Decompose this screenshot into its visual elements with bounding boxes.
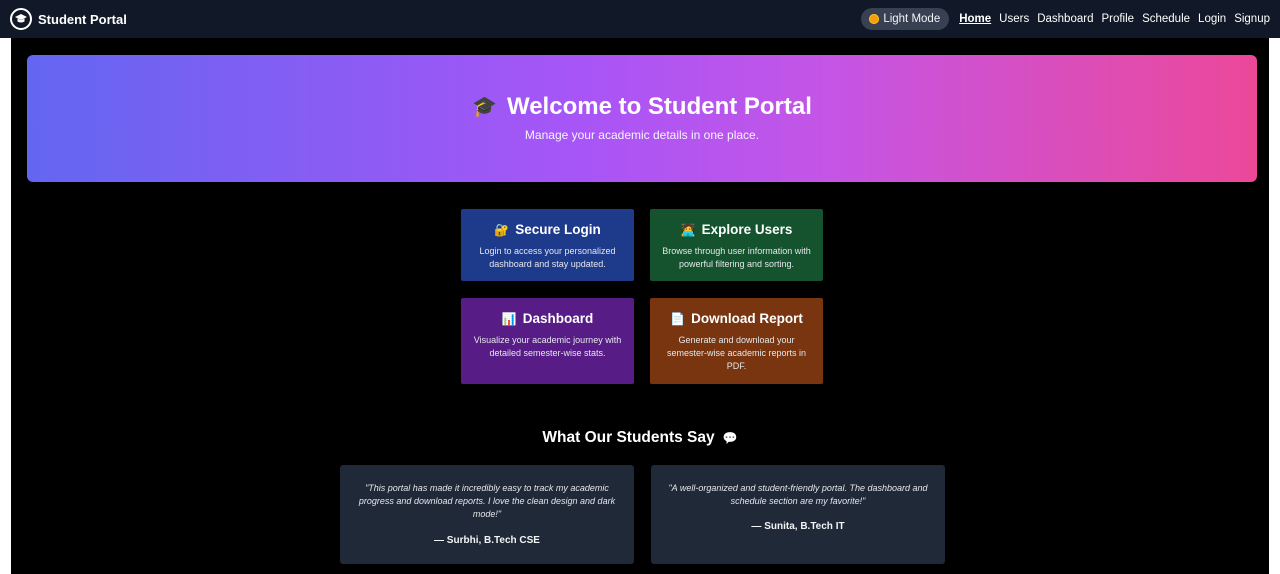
- testimonial-quote: "A well-organized and student-friendly p…: [668, 483, 928, 506]
- main-content: 🎓 Welcome to Student Portal Manage your …: [11, 38, 1269, 574]
- nav-link-dashboard[interactable]: Dashboard: [1037, 13, 1093, 25]
- nav-link-users[interactable]: Users: [999, 13, 1029, 25]
- brand[interactable]: Student Portal: [10, 8, 127, 30]
- hero-banner: 🎓 Welcome to Student Portal Manage your …: [27, 55, 1257, 182]
- nav-link-schedule[interactable]: Schedule: [1142, 13, 1190, 25]
- card-title-row: 🧑‍💻 Explore Users: [660, 222, 813, 237]
- light-mode-toggle[interactable]: Light Mode: [861, 8, 950, 30]
- nav-link-signup[interactable]: Signup: [1234, 13, 1270, 25]
- card-title: Secure Login: [515, 222, 601, 237]
- card-title-row: 📊 Dashboard: [471, 311, 624, 326]
- nav-link-home[interactable]: Home: [959, 13, 991, 25]
- card-description: Login to access your personalized dashbo…: [479, 246, 616, 269]
- testimonial-quote: "This portal has made it incredibly easy…: [358, 483, 616, 519]
- card-title: Download Report: [691, 311, 803, 326]
- person-icon: 🧑‍💻: [680, 222, 696, 237]
- brand-name: Student Portal: [38, 11, 127, 27]
- card-title-row: 🔐 Secure Login: [471, 222, 624, 237]
- card-title-row: 📄 Download Report: [660, 311, 813, 326]
- testimonial-card: "This portal has made it incredibly easy…: [340, 465, 634, 564]
- hero-subtitle: Manage your academic details in one plac…: [524, 128, 760, 142]
- document-icon: 📄: [670, 311, 686, 326]
- testimonials-title: What Our Students Say: [542, 429, 715, 446]
- navbar: Student Portal Light Mode Home Users Das…: [0, 0, 1280, 38]
- testimonial-card: "A well-organized and student-friendly p…: [651, 465, 945, 564]
- hero-title: Welcome to Student Portal: [506, 93, 812, 120]
- sun-icon: [869, 14, 880, 24]
- chart-icon: 📊: [501, 311, 517, 326]
- speech-bubble-icon: 💬: [722, 431, 738, 445]
- card-title: Explore Users: [701, 222, 793, 237]
- feature-card-dashboard[interactable]: 📊 Dashboard Visualize your academic jour…: [461, 298, 634, 384]
- testimonial-author: — Sunita, B.Tech IT: [751, 521, 845, 532]
- feature-card-download-report[interactable]: 📄 Download Report Generate and download …: [650, 298, 823, 384]
- testimonial-author: — Surbhi, B.Tech CSE: [434, 535, 540, 546]
- nav-right: Light Mode Home Users Dashboard Profile …: [861, 8, 1270, 30]
- testimonials-heading: What Our Students Say 💬: [11, 429, 1269, 447]
- nav-links: Home Users Dashboard Profile Schedule Lo…: [959, 13, 1270, 25]
- card-description: Browse through user information with pow…: [662, 246, 811, 269]
- nav-link-profile[interactable]: Profile: [1101, 13, 1134, 25]
- feature-card-secure-login[interactable]: 🔐 Secure Login Login to access your pers…: [461, 209, 634, 281]
- graduation-cap-logo-icon: [10, 8, 32, 30]
- card-description: Visualize your academic journey with det…: [473, 335, 622, 358]
- hero-title-row: 🎓 Welcome to Student Portal: [27, 93, 1257, 121]
- mode-toggle-label: Light Mode: [883, 13, 941, 25]
- graduation-cap-icon: 🎓: [472, 96, 497, 118]
- card-title: Dashboard: [522, 311, 594, 326]
- lock-icon: 🔐: [494, 222, 510, 237]
- card-description: Generate and download your semester-wise…: [666, 335, 807, 371]
- feature-card-explore-users[interactable]: 🧑‍💻 Explore Users Browse through user in…: [650, 209, 823, 281]
- nav-link-login[interactable]: Login: [1198, 13, 1226, 25]
